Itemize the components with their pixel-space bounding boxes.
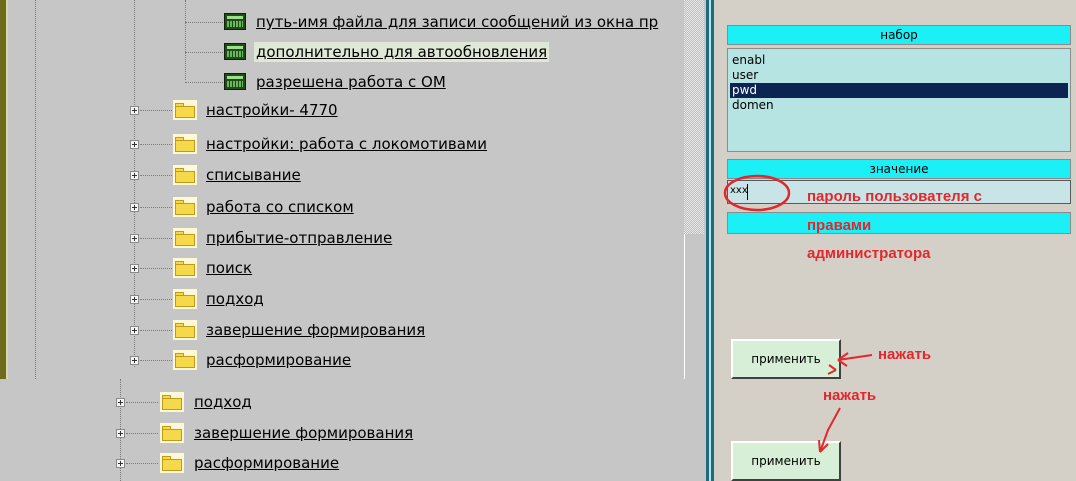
tree-guide-line: [35, 0, 36, 379]
tree-item-label[interactable]: настройки- 4770: [206, 100, 338, 120]
tree-item-label[interactable]: завершение формирования: [206, 320, 425, 340]
annotation-text: администратора: [807, 245, 931, 262]
text-cursor: [747, 184, 748, 200]
tree-item-label[interactable]: прибытие-отправление: [206, 228, 392, 248]
list-item[interactable]: enabl: [730, 53, 1068, 68]
tree-guide-line: [140, 238, 172, 239]
folder-icon: [173, 228, 197, 248]
tree-guide-line: [126, 402, 158, 403]
tree-item-label[interactable]: настройки: работа с локомотивами: [206, 134, 487, 154]
folder-icon: [173, 258, 197, 278]
expand-icon[interactable]: [116, 429, 125, 438]
splitter-highlight: [709, 0, 711, 481]
tree-scrollbar-track[interactable]: [684, 0, 704, 234]
value-header: значение: [727, 159, 1071, 179]
tree-guide-line: [126, 433, 158, 434]
table-icon: [224, 43, 246, 60]
tree-guide-line: [140, 110, 172, 111]
tree-guide-line: [134, 0, 135, 367]
set-header: набор: [727, 25, 1071, 45]
tree-guide-line: [185, 52, 223, 53]
tree-item-label[interactable]: разрешена работа с ОМ: [256, 72, 446, 92]
folder-icon: [160, 453, 184, 473]
folder-icon: [173, 350, 197, 370]
tree-item-label[interactable]: расформирование: [194, 453, 339, 473]
folder-icon: [173, 134, 197, 154]
tree-guide-line: [185, 82, 223, 83]
tree-guide-line: [140, 360, 172, 361]
tree-guide-line: [140, 207, 172, 208]
expand-icon[interactable]: [116, 398, 125, 407]
table-icon: [224, 73, 246, 90]
expand-icon[interactable]: [130, 171, 139, 180]
tree-item-label[interactable]: списывание: [206, 165, 301, 185]
folder-icon: [173, 165, 197, 185]
tree-item-label[interactable]: работа со списком: [206, 197, 354, 217]
annotation-text: нажать: [823, 387, 877, 404]
expand-icon[interactable]: [130, 264, 139, 273]
folder-icon: [173, 320, 197, 340]
expand-icon[interactable]: [116, 459, 125, 468]
tree-item-label[interactable]: расформирование: [206, 350, 351, 370]
tree-item-label[interactable]: дополнительно для автообновления: [254, 42, 550, 62]
tree-guide-line: [185, 22, 223, 23]
tree-item-label[interactable]: подход: [194, 392, 252, 412]
folder-icon: [173, 100, 197, 120]
folder-icon: [160, 423, 184, 443]
tree-scrollbar-thumb[interactable]: [684, 234, 704, 379]
apply-button[interactable]: применить: [731, 339, 841, 379]
annotation-text: пароль пользователя с: [807, 188, 982, 205]
folder-icon: [173, 289, 197, 309]
tree-guide-line: [140, 299, 172, 300]
tree-guide-line: [126, 463, 158, 464]
tree-guide-line: [140, 268, 172, 269]
tree-guide-line: [140, 144, 172, 145]
tree-guide-line: [140, 175, 172, 176]
annotation-text: нажать: [878, 346, 932, 363]
tree-item-label[interactable]: завершение формирования: [194, 423, 413, 443]
expand-icon[interactable]: [130, 203, 139, 212]
table-icon: [224, 13, 246, 30]
list-item-selected[interactable]: pwd: [730, 83, 1068, 98]
cyan-bar: [727, 212, 1071, 234]
tree-item-label[interactable]: поиск: [206, 258, 252, 278]
expand-icon[interactable]: [130, 295, 139, 304]
left-edge-line: [6, 0, 8, 379]
value-input-text: xxx: [730, 185, 748, 196]
set-listbox[interactable]: enabl user pwd domen: [727, 48, 1071, 152]
expand-icon[interactable]: [130, 140, 139, 149]
annotation-text: правами: [807, 217, 872, 234]
apply-button[interactable]: применить: [731, 441, 841, 481]
folder-icon: [160, 392, 184, 412]
expand-icon[interactable]: [130, 326, 139, 335]
expand-icon[interactable]: [130, 106, 139, 115]
folder-icon: [173, 197, 197, 217]
list-item[interactable]: user: [730, 68, 1068, 83]
tree-item-label[interactable]: подход: [206, 289, 264, 309]
tree-guide-line: [185, 0, 186, 80]
tree-item-label[interactable]: путь-имя файла для записи сообщений из о…: [256, 12, 658, 32]
tree-guide-line: [140, 330, 172, 331]
list-item[interactable]: domen: [730, 98, 1068, 113]
expand-icon[interactable]: [130, 234, 139, 243]
expand-icon[interactable]: [130, 356, 139, 365]
